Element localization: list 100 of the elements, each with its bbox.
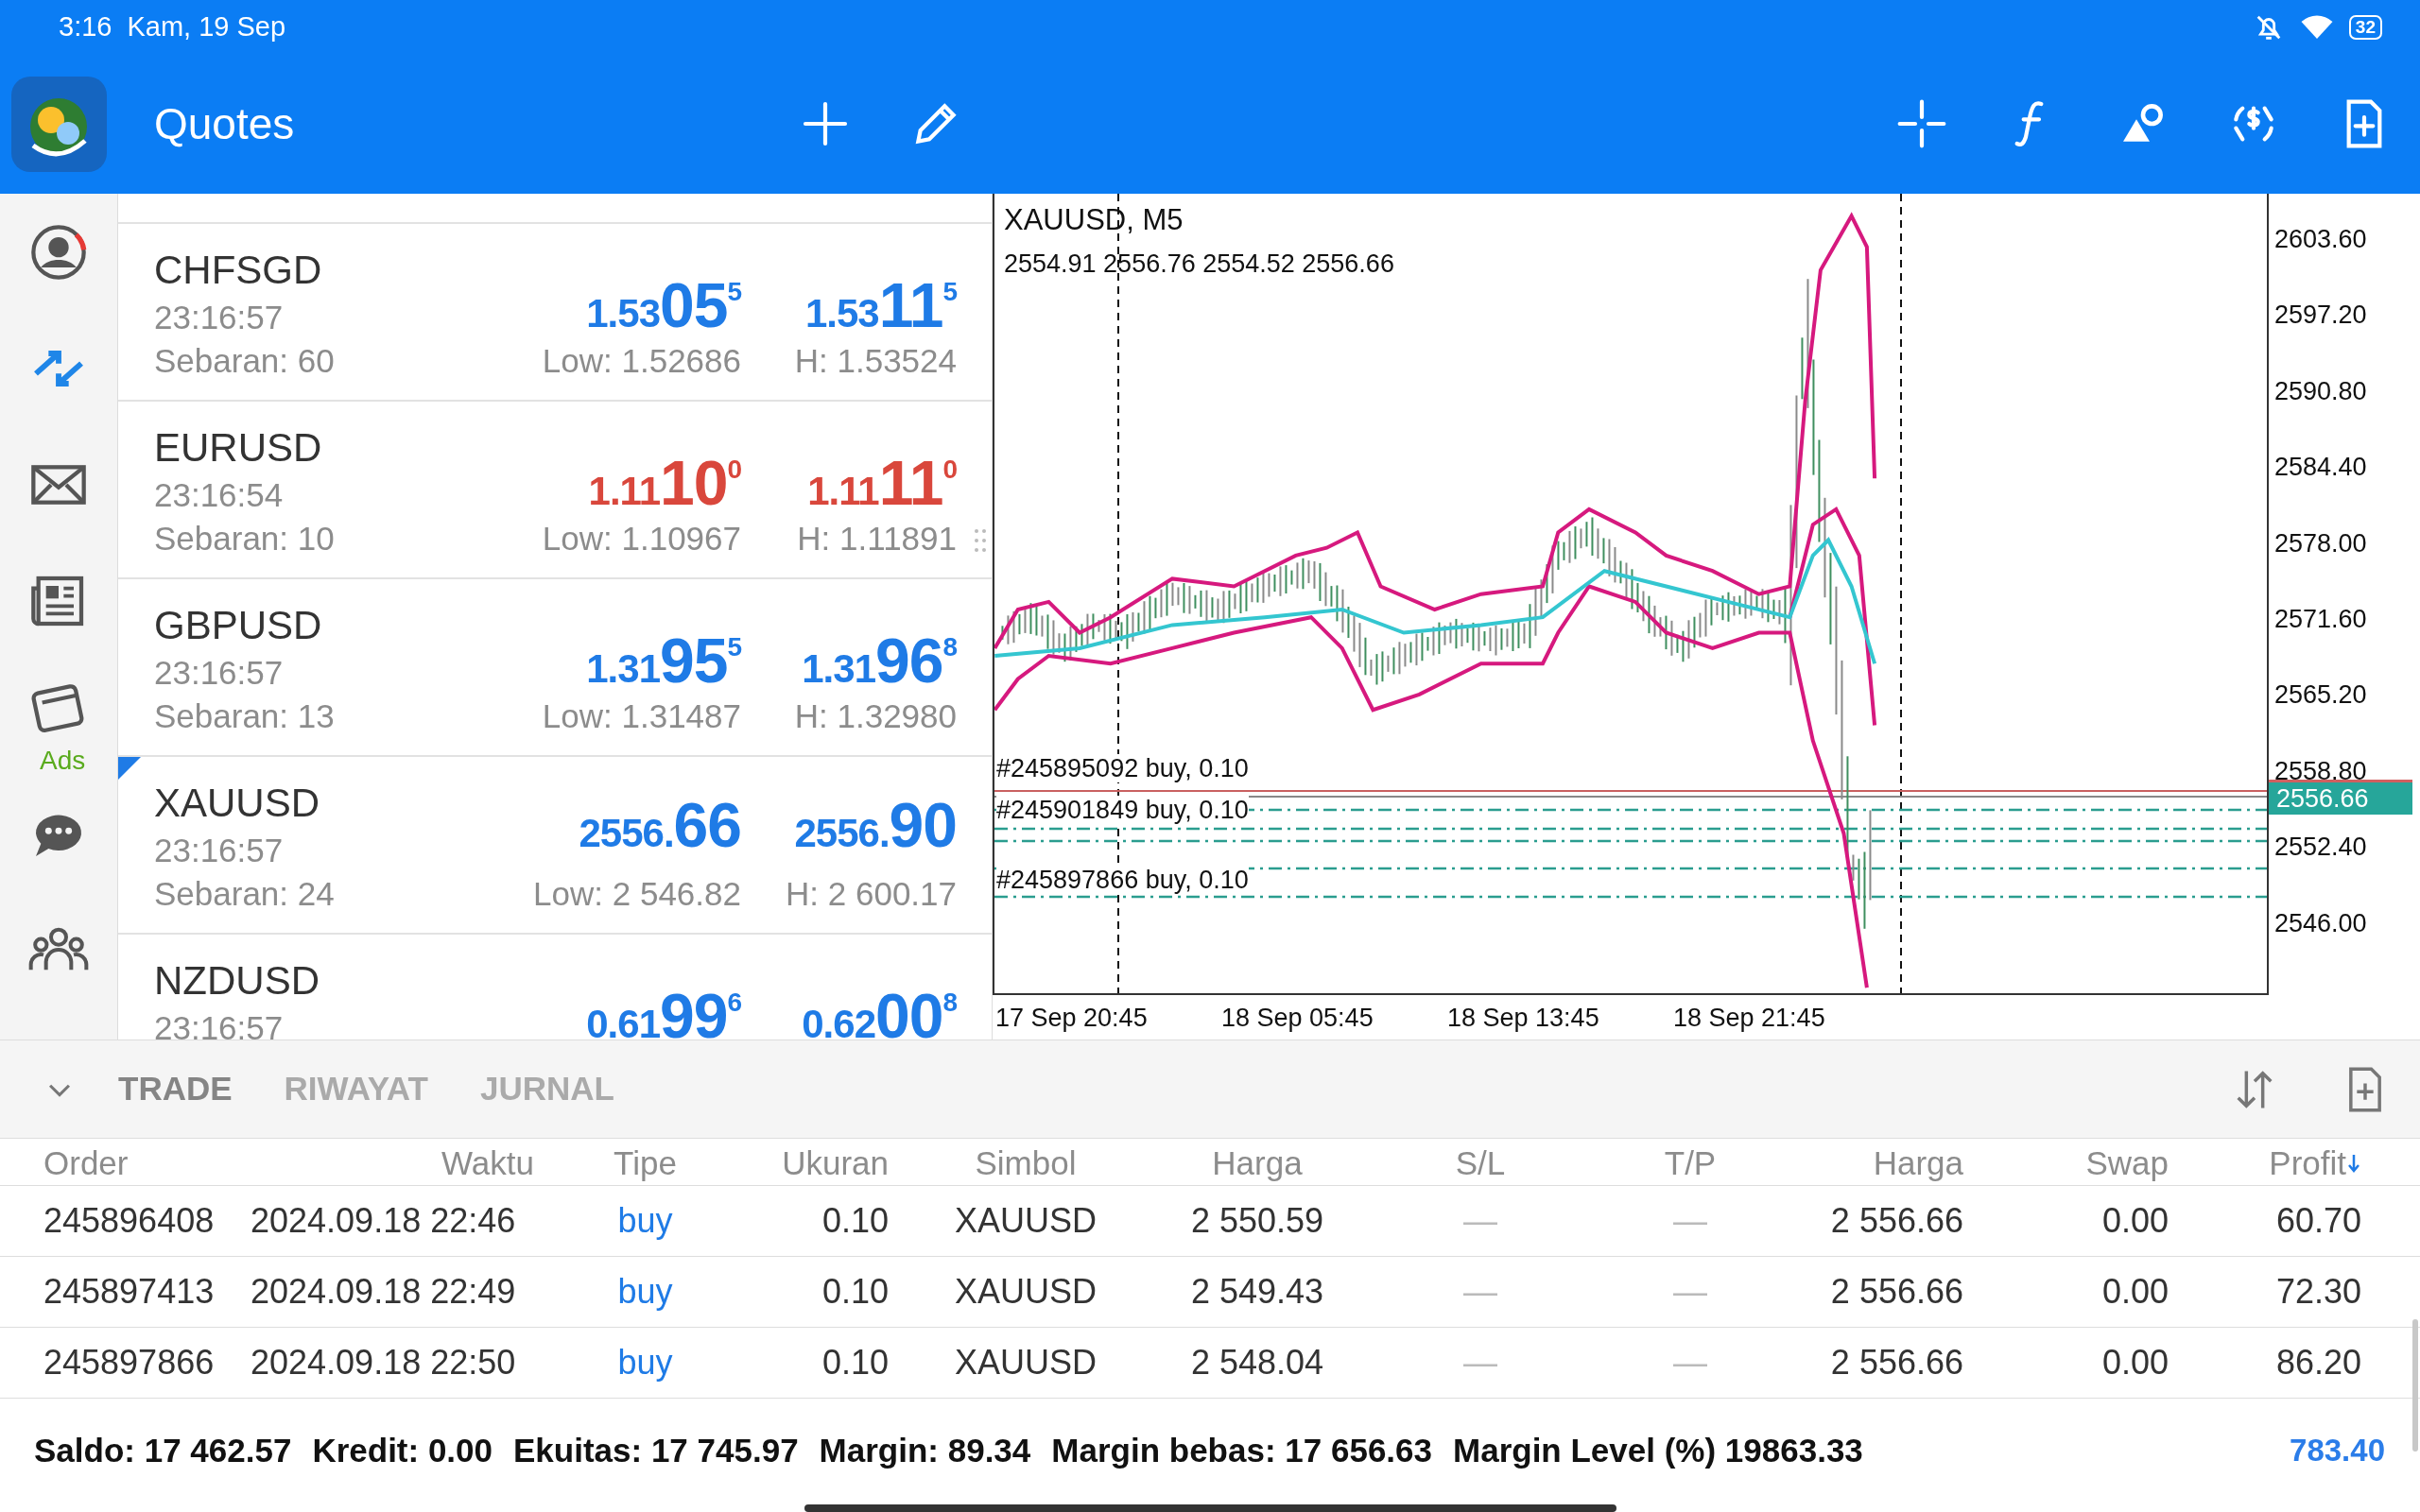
low-price: Low: 1.52686 — [542, 341, 741, 381]
table-cell: 72.30 — [2275, 1272, 2361, 1311]
table-cell: XAUUSD — [955, 1343, 1097, 1382]
symbol-name: EURUSD — [154, 424, 323, 472]
table-cell: 0.00 — [2101, 1343, 2169, 1382]
sort-down-icon — [2346, 1153, 2361, 1175]
summary-item: Saldo: 17 462.57 — [34, 1430, 292, 1470]
table-cell: 0.10 — [821, 1343, 889, 1382]
table-cell: XAUUSD — [955, 1201, 1097, 1240]
summary-item: Margin: 89.34 — [819, 1430, 1031, 1470]
high-price: H: 1.53524 — [794, 341, 957, 381]
low-price: Low: 2 546.82 — [533, 874, 741, 914]
table-cell: 60.70 — [2275, 1201, 2361, 1240]
ask-price: 2556.90 — [794, 789, 957, 862]
bid-price: 1.3195$^{5}$ — [586, 625, 741, 695]
column-header[interactable]: Swap — [2085, 1144, 2169, 1181]
bid-price: 1.5305$^{5}$ — [586, 269, 741, 339]
ask-price: 1.5311$^{5}$ — [804, 269, 957, 339]
terminal-tab[interactable]: TRADE — [118, 1040, 233, 1139]
chart-title: XAUUSD, M5 — [1004, 203, 1184, 237]
price-label: 2565.20 — [2274, 679, 2367, 712]
table-cell: 2024.09.18 22:50 — [251, 1343, 516, 1382]
column-header[interactable]: Waktu — [441, 1144, 534, 1181]
column-header[interactable]: Harga — [1873, 1144, 1963, 1181]
table-cell: buy — [617, 1272, 673, 1311]
table-cell: — — [1463, 1272, 1497, 1311]
column-header[interactable]: Simbol — [975, 1144, 1077, 1181]
terminal-tab[interactable]: RIWAYAT — [284, 1040, 428, 1139]
order-label: #245901849 buy, 0.10 — [996, 796, 1249, 824]
symbol-name: CHFSGD — [154, 247, 323, 294]
summary-item: Margin bebas: 17 656.63 — [1051, 1430, 1432, 1470]
bid-price: 1.1110$^{0}$ — [588, 447, 741, 517]
price-label: 2597.20 — [2274, 300, 2367, 332]
table-cell: 2024.09.18 22:46 — [251, 1201, 516, 1240]
table-cell: — — [1673, 1201, 1707, 1240]
quote-time: 23:16:57 — [154, 831, 285, 870]
ask-price: 0.6200$^{8}$ — [802, 980, 957, 1040]
table-cell: 245896408 — [43, 1201, 215, 1240]
column-header[interactable]: Order — [43, 1144, 129, 1181]
screen-title: Quotes — [154, 97, 296, 150]
quote-time: 23:16:57 — [154, 653, 285, 693]
order-label: #245897866 buy, 0.10 — [996, 866, 1249, 894]
status-date: Kam, 19 Sep — [127, 9, 286, 43]
time-label: 18 Sep 05:45 — [1221, 1003, 1374, 1034]
summary-item: Ekuitas: 17 745.97 — [513, 1430, 799, 1470]
table-cell: 2024.09.18 22:49 — [251, 1272, 516, 1311]
table-cell: 2 556.66 — [1830, 1343, 1963, 1382]
time-label: 18 Sep 21:45 — [1673, 1003, 1825, 1034]
battery-indicator: 32 — [2348, 14, 2382, 40]
table-cell: 86.20 — [2275, 1343, 2361, 1382]
table-cell: 2 549.43 — [1190, 1272, 1324, 1311]
table-cell: 245897866 — [43, 1343, 215, 1382]
table-cell: XAUUSD — [955, 1272, 1097, 1311]
ask-price: 1.3196$^{8}$ — [802, 625, 957, 695]
bid-price: 2556.66 — [579, 789, 741, 862]
symbol-name: GBPUSD — [154, 602, 323, 649]
spread-text: Sebaran: 24 — [154, 874, 336, 914]
price-label: 2578.00 — [2274, 527, 2367, 559]
time-label: 17 Sep 20:45 — [995, 1003, 1148, 1034]
summary-item: Margin Level (%) 19863.33 — [1453, 1430, 1863, 1470]
high-price: H: 1.11891 — [797, 519, 957, 558]
table-cell: 0.10 — [821, 1201, 889, 1240]
ask-price: 1.1111$^{0}$ — [807, 447, 957, 517]
table-cell: — — [1673, 1343, 1707, 1382]
price-label: 2571.60 — [2274, 604, 2367, 635]
low-price: Low: 1.10967 — [542, 519, 741, 558]
table-cell: — — [1463, 1201, 1497, 1240]
price-label: 2590.80 — [2274, 375, 2367, 407]
column-header[interactable]: Ukuran — [782, 1144, 889, 1181]
table-cell: 2 556.66 — [1830, 1201, 1963, 1240]
table-cell: 2 548.04 — [1190, 1343, 1324, 1382]
price-label: 2584.40 — [2274, 452, 2367, 484]
time-label: 18 Sep 13:45 — [1447, 1003, 1599, 1034]
quote-time: 23:16:57 — [154, 1008, 285, 1040]
price-label: 2552.40 — [2274, 832, 2367, 864]
spread-text: Sebaran: 60 — [154, 341, 336, 381]
order-label: #245895092 buy, 0.10 — [996, 754, 1249, 782]
column-header[interactable]: Profit — [2269, 1139, 2346, 1189]
column-header[interactable]: S/L — [1455, 1144, 1506, 1181]
drag-handle-icon — [974, 528, 987, 553]
table-cell: 2 556.66 — [1830, 1272, 1963, 1311]
terminal-tab[interactable]: JURNAL — [479, 1040, 614, 1139]
spread-text: Sebaran: 10 — [154, 519, 336, 558]
low-price: Low: 1.31487 — [542, 696, 741, 736]
column-header[interactable]: T/P — [1664, 1144, 1717, 1181]
symbol-name: XAUUSD — [154, 780, 321, 827]
table-cell: 245897413 — [43, 1272, 215, 1311]
total-profit: 783.40 — [2290, 1432, 2385, 1470]
high-price: H: 2 600.17 — [786, 874, 957, 914]
table-cell: — — [1463, 1343, 1497, 1382]
price-label: 2603.60 — [2274, 224, 2367, 255]
quote-time: 23:16:57 — [154, 298, 285, 337]
quote-time: 23:16:54 — [154, 475, 285, 515]
table-cell: 2 550.59 — [1190, 1201, 1324, 1240]
current-price-tag: 2556.66 — [2269, 780, 2412, 815]
column-header[interactable]: Tipe — [614, 1144, 677, 1181]
summary-item: Kredit: 0.00 — [312, 1430, 493, 1470]
price-label: 2546.00 — [2274, 907, 2367, 939]
table-cell: buy — [617, 1343, 673, 1382]
column-header[interactable]: Harga — [1212, 1144, 1303, 1181]
